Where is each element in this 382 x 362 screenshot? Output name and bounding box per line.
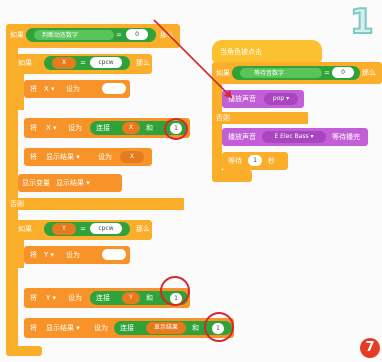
y-dropdown-2[interactable]: Y ▾ (46, 294, 56, 303)
cpcw-1[interactable]: cpcw (90, 57, 122, 68)
inner-if-1-arm (14, 72, 24, 110)
hat-label: 当角色被点击 (220, 48, 262, 56)
right-else-label: 否则 (216, 114, 230, 122)
highlight-circle (164, 118, 188, 140)
if-label: 如果 (10, 31, 24, 39)
step-badge: 7 (360, 338, 380, 358)
display-reporter[interactable]: 显示结果 (146, 322, 186, 334)
step-number: 1 (349, 1, 375, 43)
to-label-1: 设为 (66, 85, 80, 93)
inner-if-2-label: 如果 (18, 225, 32, 233)
set-label-6: 将 (30, 324, 37, 332)
eq-1: = (80, 59, 86, 67)
equals-value[interactable]: 0 (126, 29, 148, 40)
x-reporter-3[interactable]: X (120, 151, 144, 163)
play-sound-label: 播放声音 (228, 95, 256, 103)
and-label-1: 和 (146, 124, 153, 132)
set-label-1: 将 (30, 85, 37, 93)
to-label-6: 设为 (94, 324, 108, 332)
right-if-arm (212, 82, 222, 172)
condition-var-label: 判断动态数字 (42, 32, 79, 39)
y-reporter-2[interactable]: Y (122, 292, 140, 304)
y-dropdown-1[interactable]: Y ▾ (44, 251, 54, 260)
wait-label: 等待 (228, 157, 242, 165)
set-label-5: 将 (30, 294, 37, 302)
to-label-2: 设为 (68, 124, 82, 132)
then-2: 那么 (136, 225, 150, 233)
sound-dropdown-pop[interactable]: pop ▾ (264, 93, 298, 105)
right-condition-label: 等待音数字 (254, 70, 285, 77)
else-bar (6, 198, 184, 210)
display-dropdown-3[interactable]: 显示结果 ▾ (46, 324, 80, 333)
cpcw-2[interactable]: cpcw (90, 223, 122, 234)
join-label-3: 连接 (120, 324, 134, 332)
right-then-label: 那么 (362, 69, 376, 77)
right-eq: = (324, 69, 330, 77)
join-label-1: 连接 (96, 124, 110, 132)
and-label-2: 和 (146, 294, 153, 302)
to-label-5: 设为 (68, 294, 82, 302)
seconds-label: 秒 (268, 157, 275, 165)
y-reporter[interactable]: Y (52, 223, 76, 235)
wait-value[interactable]: 1 (248, 155, 262, 166)
x-dropdown-1[interactable]: X ▾ (44, 85, 55, 94)
highlight-circle (160, 276, 190, 306)
empty-value-2[interactable] (102, 249, 126, 260)
x-dropdown-2[interactable]: X ▾ (46, 124, 57, 133)
right-eq-value[interactable]: 0 (332, 67, 354, 78)
inner-if-1-label: 如果 (18, 59, 32, 67)
else-label: 否则 (10, 200, 24, 208)
highlight-circle (204, 312, 234, 342)
empty-value-1[interactable] (102, 83, 126, 94)
sound-dropdown-elec[interactable]: E Elec Bass ▾ (262, 131, 326, 143)
if-else-footer (6, 346, 42, 356)
right-if-footer (212, 170, 252, 182)
to-label-3: 设为 (98, 153, 112, 161)
then-label: 那么 (160, 31, 174, 39)
play-sound-label-2: 播放声音 (228, 133, 256, 141)
join-label-2: 连接 (96, 294, 110, 302)
inner-if-2-arm (14, 238, 24, 268)
eq-2: = (80, 225, 86, 233)
set-label-4: 将 (30, 251, 37, 259)
wait-until-done-label: 等待播完 (332, 133, 360, 141)
display-dropdown-2[interactable]: 显示结果 ▾ (56, 179, 90, 188)
to-label-4: 设为 (66, 251, 80, 259)
right-if-label: 如果 (216, 69, 230, 77)
set-label-3: 将 (30, 153, 37, 161)
show-variable-label: 显示变量 (22, 179, 50, 187)
set-label-2: 将 (30, 124, 37, 132)
then-1: 那么 (136, 59, 150, 67)
x-reporter-2[interactable]: X (122, 122, 140, 134)
and-label-3: 和 (192, 324, 199, 332)
display-dropdown-1[interactable]: 显示结果 ▾ (46, 153, 80, 162)
equals-sign: = (116, 31, 122, 39)
x-reporter[interactable]: X (52, 57, 76, 69)
